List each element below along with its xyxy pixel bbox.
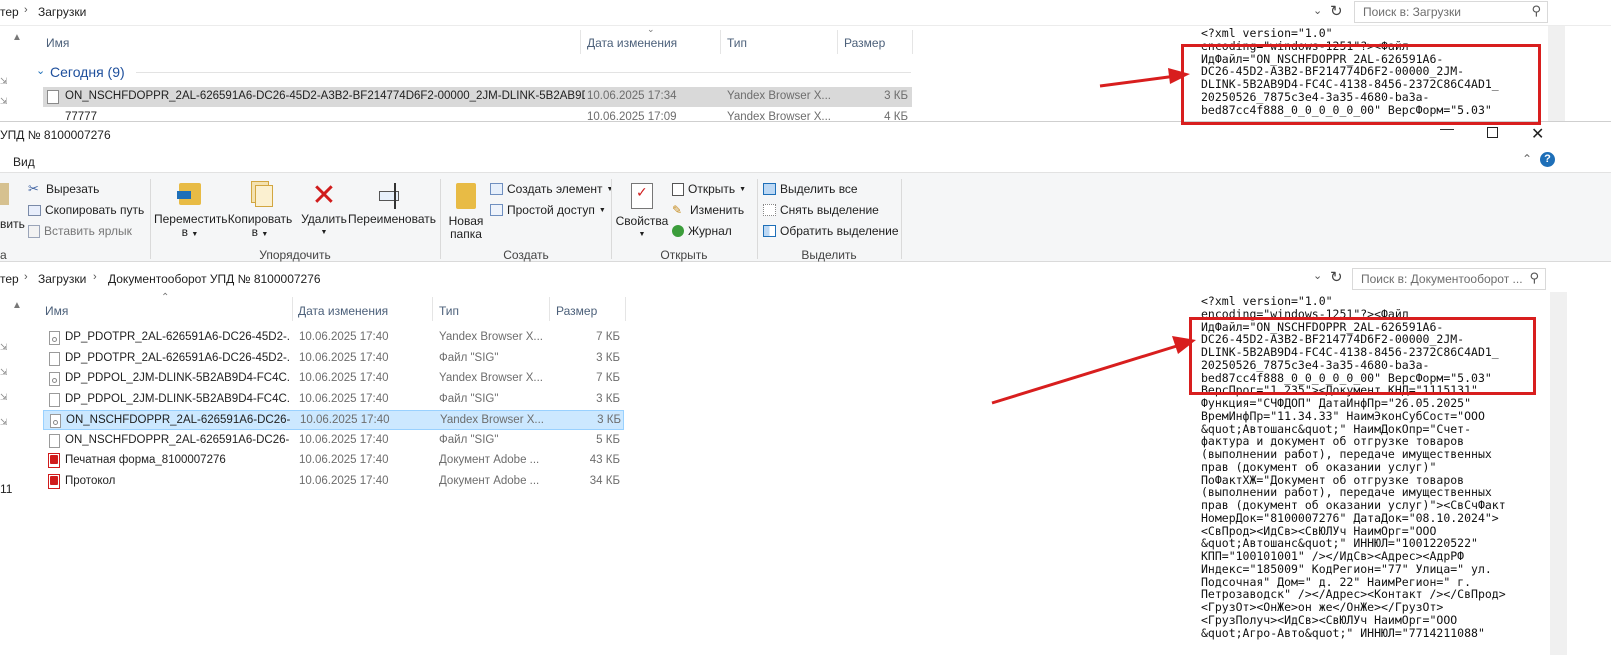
annotation-arrows bbox=[991, 68, 1196, 405]
